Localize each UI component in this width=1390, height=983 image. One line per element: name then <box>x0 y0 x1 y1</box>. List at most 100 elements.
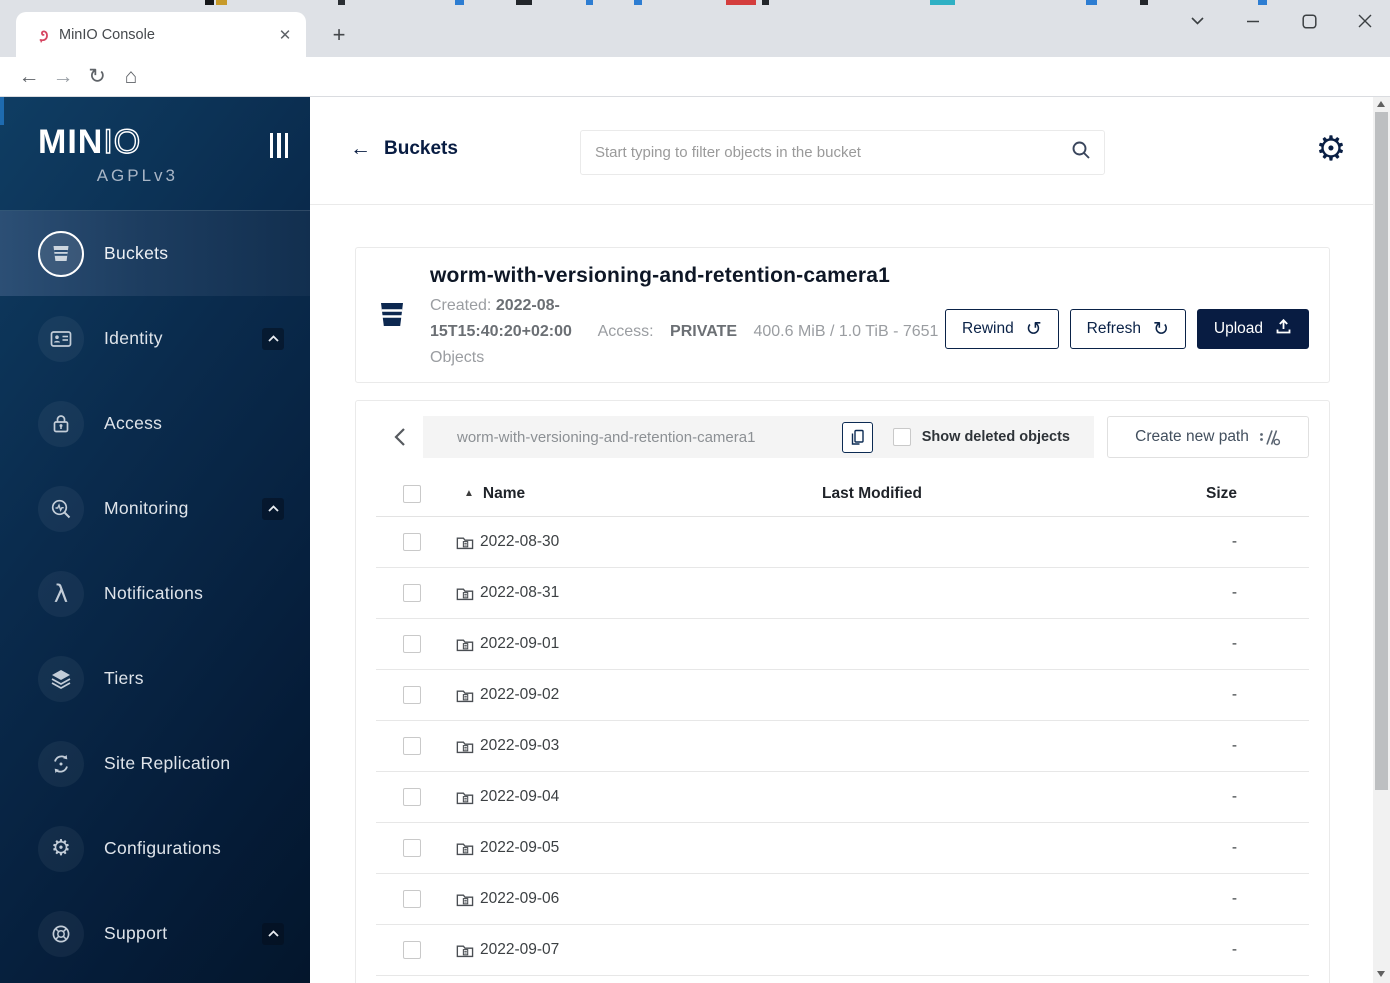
chevron-up-icon[interactable] <box>262 327 284 350</box>
reload-icon[interactable]: ↻ <box>80 60 114 94</box>
row-checkbox[interactable] <box>403 737 421 755</box>
minio-favicon-flamingo-icon <box>39 30 48 43</box>
path-back-button[interactable] <box>376 416 423 458</box>
row-checkbox[interactable] <box>403 788 421 806</box>
replication-sync-icon <box>38 740 84 787</box>
chevron-up-icon[interactable] <box>262 497 284 520</box>
tab-title: MinIO Console <box>59 26 155 43</box>
upload-icon <box>1275 318 1292 340</box>
sidebar-item-label: Site Replication <box>104 753 231 773</box>
scrollbar-thumb[interactable] <box>1375 112 1388 790</box>
objects-table: ▲ Name Last Modified Size 2022-08-30 - 2… <box>376 471 1309 976</box>
table-header: ▲ Name Last Modified Size <box>376 471 1309 517</box>
object-name: 2022-09-06 <box>480 890 560 907</box>
refresh-button[interactable]: Refresh ↻ <box>1069 309 1186 349</box>
back-to-buckets-link[interactable]: ← Buckets <box>350 137 458 161</box>
table-row[interactable]: 2022-08-31 - <box>376 568 1309 619</box>
table-row[interactable]: 2022-09-07 - <box>376 925 1309 976</box>
monitoring-magnifier-icon <box>38 485 84 532</box>
sidebar-item-monitoring[interactable]: Monitoring <box>0 466 310 551</box>
back-arrow-icon: ← <box>350 137 371 160</box>
main-area: ← Buckets ⚙ <box>310 97 1373 983</box>
page-header: ← Buckets ⚙ <box>310 97 1373 205</box>
object-size: - <box>1231 890 1237 907</box>
row-checkbox[interactable] <box>403 686 421 704</box>
table-row[interactable]: 2022-09-04 - <box>376 772 1309 823</box>
row-checkbox[interactable] <box>403 890 421 908</box>
filter-search-box <box>580 130 1105 175</box>
sidebar-item-label: Tiers <box>104 668 144 688</box>
access-value: PRIVATE <box>670 323 737 340</box>
object-name: 2022-09-05 <box>480 839 560 856</box>
sidebar-item-tiers[interactable]: Tiers <box>0 636 310 721</box>
sidebar-collapse-icon[interactable] <box>269 133 288 158</box>
settings-gear-icon[interactable]: ⚙ <box>1311 129 1351 169</box>
show-deleted-checkbox[interactable] <box>892 428 911 446</box>
sidebar-item-access[interactable]: Access <box>0 381 310 466</box>
sidebar-item-label: Notifications <box>104 583 204 603</box>
folder-icon <box>456 585 474 602</box>
bucket-name-title: worm-with-versioning-and-retention-camer… <box>430 264 890 287</box>
bucket-summary-card: worm-with-versioning-and-retention-camer… <box>355 247 1330 383</box>
tab-close-icon[interactable]: ✕ <box>274 24 296 46</box>
row-checkbox[interactable] <box>403 635 421 653</box>
table-row[interactable]: 2022-09-01 - <box>376 619 1309 670</box>
new-tab-button[interactable]: + <box>326 22 352 48</box>
folder-icon <box>456 789 474 806</box>
window-close-button[interactable] <box>1354 10 1376 32</box>
table-row[interactable]: 2022-09-05 - <box>376 823 1309 874</box>
sidebar: MINIO AGPLv3 Buckets Identity Access Mon… <box>0 97 310 983</box>
sidebar-item-support[interactable]: Support <box>0 891 310 976</box>
column-header-last-modified: Last Modified <box>822 484 922 502</box>
create-new-path-button[interactable]: Create new path <box>1107 416 1309 458</box>
scroll-up-icon[interactable] <box>1377 101 1385 107</box>
access-label: Access: <box>597 323 654 340</box>
nav-back-icon[interactable]: ← <box>12 60 46 94</box>
sidebar-item-site-replication[interactable]: Site Replication <box>0 721 310 806</box>
row-checkbox[interactable] <box>403 584 421 602</box>
support-lifebuoy-icon <box>38 910 84 957</box>
copy-path-button[interactable] <box>841 421 873 453</box>
object-size: - <box>1231 941 1237 958</box>
row-checkbox[interactable] <box>403 839 421 857</box>
table-row[interactable]: 2022-08-30 - <box>376 517 1309 568</box>
browser-tab[interactable]: MinIO Console ✕ <box>16 12 306 57</box>
column-header-name[interactable]: ▲ Name <box>422 485 722 503</box>
window-maximize-button[interactable] <box>1298 10 1320 32</box>
upload-button[interactable]: Upload <box>1196 309 1309 349</box>
rewind-button[interactable]: Rewind ↺ <box>945 309 1059 349</box>
column-header-size: Size <box>1205 484 1237 502</box>
sidebar-item-notifications[interactable]: λ Notifications <box>0 551 310 636</box>
scroll-down-icon[interactable] <box>1377 971 1385 977</box>
chevron-up-icon[interactable] <box>262 922 284 945</box>
logo-text-min: MIN <box>38 123 104 161</box>
sidebar-item-configurations[interactable]: ⚙ Configurations <box>0 806 310 891</box>
folder-icon <box>456 891 474 908</box>
select-all-checkbox[interactable] <box>403 484 421 503</box>
row-checkbox[interactable] <box>403 533 421 551</box>
nav-forward-icon[interactable]: → <box>46 60 80 94</box>
object-size: - <box>1231 533 1237 550</box>
search-icon <box>1070 139 1092 166</box>
window-minimize-button[interactable] <box>1242 10 1264 32</box>
home-icon[interactable]: ⌂ <box>114 60 148 94</box>
search-input[interactable] <box>587 144 1070 161</box>
object-size: - <box>1231 686 1237 703</box>
object-browser-card: worm-with-versioning-and-retention-camer… <box>355 400 1330 983</box>
tab-strip: MinIO Console ✕ + <box>0 0 1390 57</box>
table-row[interactable]: 2022-09-03 - <box>376 721 1309 772</box>
table-row[interactable]: 2022-09-06 - <box>376 874 1309 925</box>
folder-icon <box>456 840 474 857</box>
browser-toolbar: ← → ↻ ⌂ Nicht sicher 192.168.1.145:42937… <box>0 57 1390 152</box>
sidebar-item-buckets[interactable]: Buckets <box>0 211 310 296</box>
object-size: - <box>1231 737 1237 754</box>
current-path: worm-with-versioning-and-retention-camer… <box>457 428 756 446</box>
buckets-icon <box>38 230 84 277</box>
page-scrollbar[interactable] <box>1373 97 1390 983</box>
lambda-icon: λ <box>38 570 84 617</box>
table-row[interactable]: 2022-09-02 - <box>376 670 1309 721</box>
logo-text-io: IO <box>103 122 142 161</box>
row-checkbox[interactable] <box>403 941 421 959</box>
tab-search-chevron-icon[interactable] <box>1186 10 1208 32</box>
sidebar-item-identity[interactable]: Identity <box>0 296 310 381</box>
